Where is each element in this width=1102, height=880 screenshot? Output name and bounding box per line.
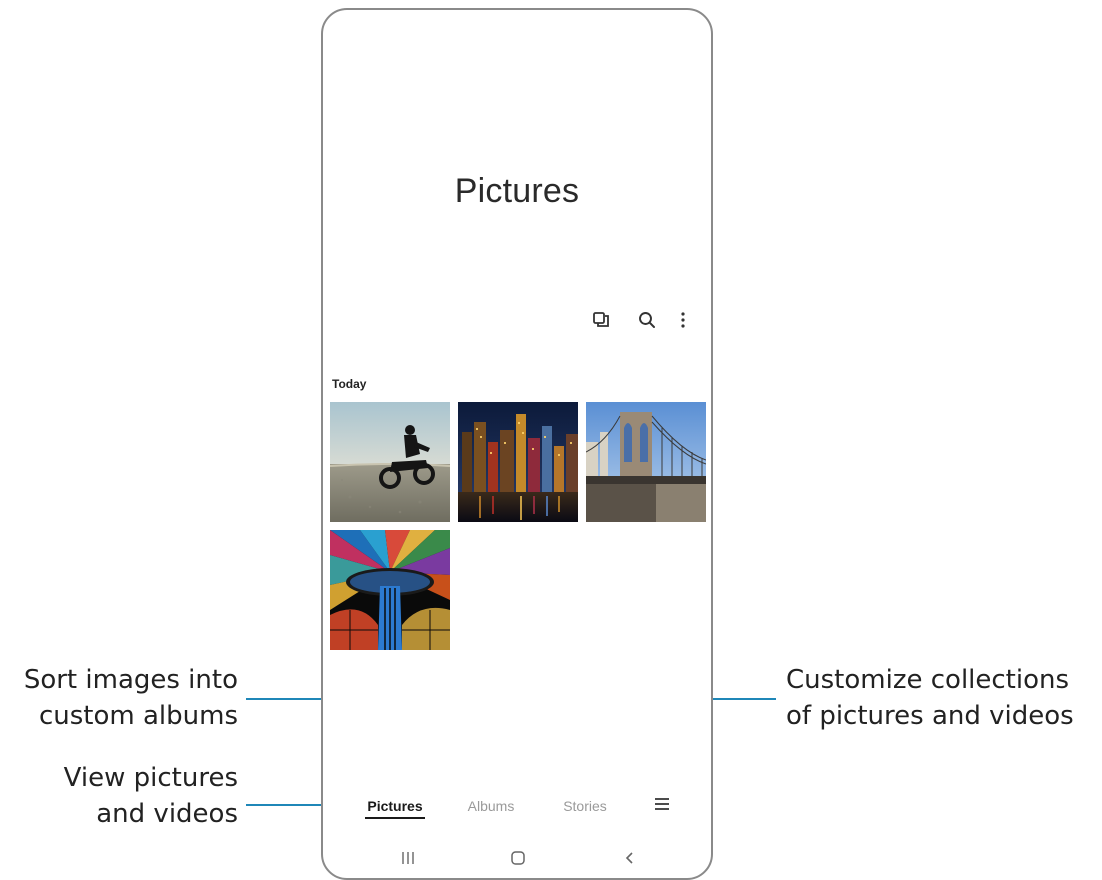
callout-albums: Sort images into custom albums [24, 662, 238, 734]
photo-thumbnail-city-skyline[interactable] [458, 402, 578, 522]
tab-pictures-indicator [365, 817, 425, 819]
home-icon[interactable] [503, 846, 533, 870]
callout-stories: Customize collections of pictures and vi… [786, 662, 1074, 734]
callout-albums-line1: Sort images into [23, 665, 238, 695]
callout-stories-line2: of pictures and videos [786, 701, 1074, 731]
search-icon[interactable] [633, 306, 661, 334]
photo-thumbnail-bridge[interactable] [586, 402, 706, 522]
callout-pictures-line2: and videos [96, 799, 238, 829]
page-title: Pictures [454, 172, 580, 210]
tab-albums[interactable]: Albums [461, 798, 521, 814]
back-icon[interactable] [615, 846, 645, 870]
callout-stories-line1: Customize collections [786, 665, 1070, 695]
callout-albums-line2: custom albums [38, 701, 238, 731]
select-mode-icon[interactable] [587, 306, 615, 334]
photo-thumbnail-motorcyclist[interactable] [330, 402, 450, 522]
photo-thumbnail-stained-glass[interactable] [330, 530, 450, 650]
callout-pictures: View pictures and videos [64, 760, 238, 832]
more-options-icon[interactable] [669, 306, 697, 334]
section-today-label: Today [332, 377, 367, 391]
phone-frame: Pictures Today Pictures Albums Stories [321, 8, 713, 880]
tab-stories[interactable]: Stories [555, 798, 615, 814]
callout-pictures-line1: View pictures [63, 763, 238, 793]
recent-apps-icon[interactable] [393, 846, 423, 870]
tab-pictures[interactable]: Pictures [365, 798, 425, 814]
hamburger-menu-icon[interactable] [648, 790, 676, 818]
